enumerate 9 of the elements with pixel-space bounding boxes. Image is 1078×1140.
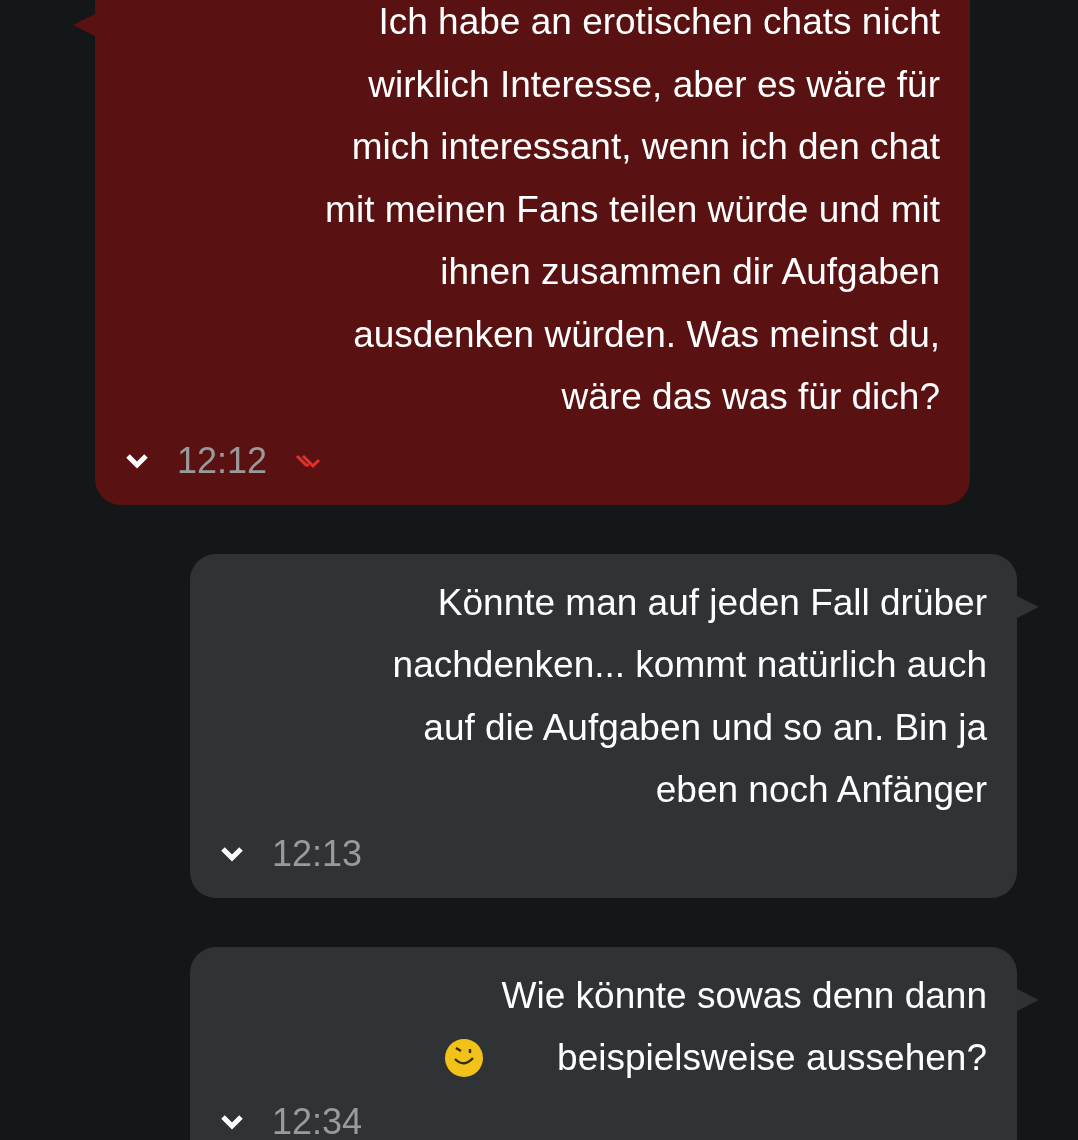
message-text: Könnte man auf jeden Fall drüber nachdenken... kommt natürlich auch auf die Aufgaben und so an. Bin ja eben noch Anfänger [392, 580, 987, 812]
timestamp: 12:13 [272, 832, 363, 875]
timestamp: 12:12 [177, 439, 268, 482]
chevron-icon[interactable] [220, 844, 244, 863]
chevron-icon[interactable] [220, 1112, 244, 1131]
chevron-icon[interactable] [125, 451, 149, 470]
timestamp: 12:34 [272, 1100, 363, 1140]
message-text: Ich habe an erotischen chats nicht wirklich Interesse, aber es wäre für mich interessant, wenn ich den chat mit meinen Fans teilen würde und mit ihnen zusammen dir Aufgaben ausdenken würden. Was meinst du, wäre das was für dich? [325, 0, 940, 419]
message-text: Wie könnte sowas denn dann beispielsweise aussehen? [501, 973, 987, 1080]
